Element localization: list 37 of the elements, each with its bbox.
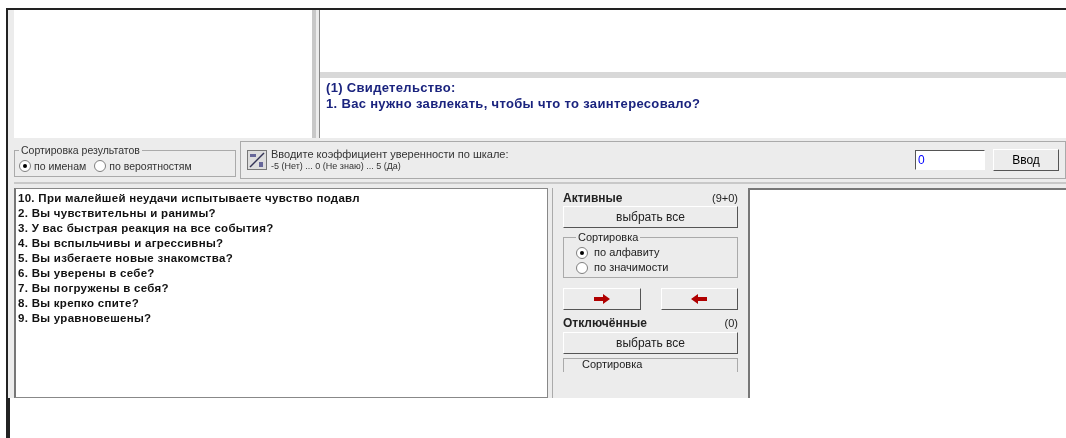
radio-button[interactable] (576, 261, 588, 274)
radio-label: по вероятностям (109, 158, 192, 174)
question-item[interactable]: 9. Вы уравновешены? (18, 311, 545, 326)
question-item[interactable]: 10. При малейшей неудачи испытываете чувство подавл (18, 191, 545, 206)
select-all-button[interactable]: выбрать все (563, 332, 738, 354)
move-left-button[interactable] (660, 288, 738, 310)
coefficient-icon (247, 150, 267, 170)
radio-label: по значимости (594, 260, 669, 275)
question-item[interactable]: 6. Вы уверены в себе? (18, 266, 545, 281)
evidence-title: (1) Свидетельство: (326, 80, 457, 96)
group-label: Сортировка (577, 230, 640, 245)
scale-hint: -5 (Нет) ... 0 (Не знаю) ... 5 (Да) (271, 161, 402, 172)
input-prompt: Вводите коэффициент уверенности по шкале: (271, 148, 510, 161)
disabled-count: (0) (724, 315, 738, 331)
evidence-question: 1. Вас нужно завлекать, чтобы что то заинтересовало? (326, 96, 702, 112)
question-item[interactable]: 7. Вы погружены в себя? (18, 281, 545, 296)
right-arrow-icon (593, 294, 610, 304)
radio-button[interactable] (94, 160, 107, 173)
radio-label: по алфавиту (594, 245, 660, 260)
coefficient-field[interactable]: 0 (915, 150, 985, 170)
move-right-button[interactable] (563, 288, 641, 310)
select-all-button[interactable]: выбрать все (563, 206, 738, 228)
disabled-title: Отключённые (563, 315, 647, 332)
radio-label: по именам (34, 158, 87, 174)
question-item[interactable]: 5. Вы избегаете новые знакомства? (18, 251, 545, 266)
left-arrow-icon (691, 294, 708, 304)
active-title: Активные (563, 190, 623, 207)
group-label: Сортировка результатов (20, 142, 141, 158)
question-item[interactable]: 2. Вы чувствительны и ранимы? (18, 206, 545, 221)
radio-button[interactable] (19, 160, 31, 173)
enter-button[interactable]: Ввод (993, 149, 1059, 171)
question-item[interactable]: 4. Вы вспыльчивы и агрессивны? (18, 236, 545, 251)
radio-button[interactable] (576, 246, 588, 259)
question-item[interactable]: 8. Вы крепко спите? (18, 296, 545, 311)
group-label: Сортировка (580, 359, 645, 371)
question-item[interactable]: 3. У вас быстрая реакция на все события? (18, 221, 545, 236)
active-count: (9+0) (712, 190, 738, 206)
